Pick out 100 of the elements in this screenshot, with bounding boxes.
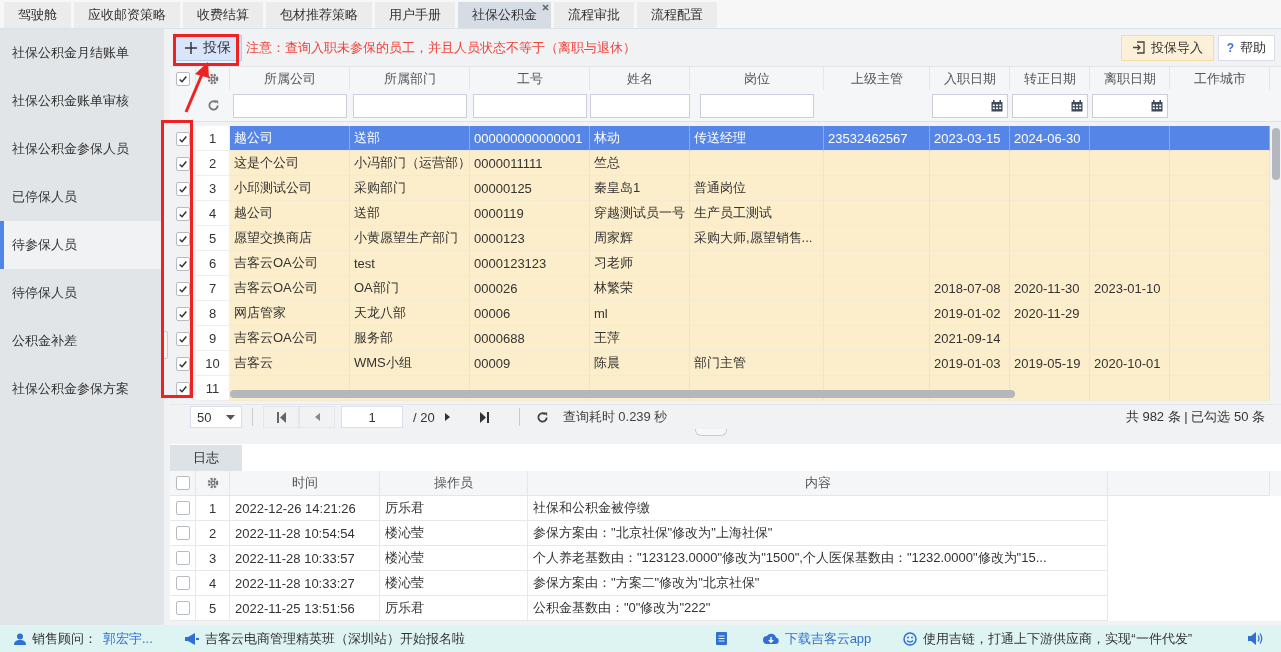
caret-icon — [226, 414, 235, 420]
calendar-icon[interactable] — [991, 99, 1003, 112]
checkbox[interactable] — [176, 281, 190, 296]
table-cell: 吉客云OA公司 — [230, 276, 350, 301]
tab[interactable]: 驾驶舱 — [4, 2, 71, 28]
calendar-icon[interactable] — [1151, 99, 1163, 112]
scrollbar-thumb[interactable] — [1272, 128, 1280, 180]
scrollbar-thumb[interactable] — [230, 390, 1015, 398]
next-page-icon[interactable] — [444, 413, 450, 421]
checkbox[interactable] — [176, 306, 190, 321]
table-cell: 00009 — [470, 351, 590, 376]
tab[interactable]: 社保公积金 — [458, 2, 551, 28]
first-page-button[interactable] — [263, 406, 299, 428]
check-icon — [178, 183, 188, 194]
sidebar-item[interactable]: 社保公积金参保方案 — [0, 365, 164, 413]
checkbox[interactable] — [176, 156, 190, 171]
help-button[interactable]: ? 帮助 — [1217, 34, 1275, 61]
table-cell: 部门主管 — [690, 351, 824, 376]
row-number: 5 — [196, 226, 230, 251]
page-size-select[interactable]: 50 — [190, 406, 242, 428]
prev-page-button[interactable] — [299, 406, 335, 428]
checkbox[interactable] — [176, 356, 190, 371]
row-number: 5 — [196, 596, 230, 621]
refresh-icon[interactable] — [206, 99, 220, 112]
tab[interactable]: 用户手册 — [375, 2, 455, 28]
table-cell: 2020-10-01 — [1090, 351, 1170, 376]
filter-field[interactable] — [473, 93, 587, 118]
settings-icon[interactable] — [206, 72, 219, 85]
notice-text: 注意：查询入职未参保的员工，并且人员状态不等于（离职与退休） — [246, 38, 636, 57]
close-icon[interactable] — [542, 4, 549, 11]
table-cell: 愿望交换商店 — [230, 226, 350, 251]
checkbox[interactable] — [176, 131, 190, 146]
calendar-icon[interactable] — [1071, 99, 1083, 112]
date-field[interactable] — [932, 93, 1008, 118]
sidebar-item[interactable]: 待停保人员 — [0, 269, 164, 317]
filter-field[interactable] — [233, 93, 347, 118]
tab[interactable]: 收费结算 — [183, 2, 263, 28]
document-icon[interactable] — [715, 632, 727, 645]
date-field[interactable] — [1092, 93, 1168, 118]
row-number: 9 — [196, 326, 230, 351]
sidebar-item[interactable]: 社保公积金参保人员 — [0, 125, 164, 173]
tab[interactable]: 流程配置 — [637, 2, 717, 28]
checkbox[interactable] — [176, 206, 190, 221]
filter-field[interactable] — [590, 93, 690, 118]
checkbox[interactable] — [175, 576, 190, 590]
date-field[interactable] — [1012, 93, 1088, 118]
table-cell: 林动 — [590, 126, 690, 151]
checkbox[interactable] — [176, 256, 190, 271]
checkbox[interactable] — [176, 181, 190, 196]
table-cell: 送部 — [350, 201, 470, 226]
sidebar-item[interactable]: 公积金补差 — [0, 317, 164, 365]
sidebar-item[interactable]: 社保公积金账单审核 — [0, 77, 164, 125]
checkbox[interactable] — [175, 501, 190, 515]
checkbox[interactable] — [176, 381, 190, 396]
last-page-icon[interactable] — [479, 411, 489, 423]
table-cell: 网店管家 — [230, 301, 350, 326]
splitter-handle[interactable] — [694, 429, 727, 436]
filter-field[interactable] — [700, 93, 814, 118]
table-cell: 小黄愿望生产部门 — [350, 226, 470, 251]
table-cell: OA部门 — [350, 276, 470, 301]
row-number: 11 — [196, 376, 230, 401]
refresh-icon[interactable] — [535, 410, 549, 424]
first-page-icon — [276, 411, 286, 423]
person-icon — [14, 632, 26, 645]
cloud-download-icon[interactable] — [762, 632, 779, 645]
table-cell: WMS小组 — [350, 351, 470, 376]
table-cell: 秦皇岛1 — [590, 176, 690, 201]
speaker-icon[interactable] — [1248, 632, 1263, 645]
highlight-frame — [173, 34, 239, 66]
row-number: 1 — [196, 126, 230, 151]
download-link[interactable]: 下载吉客云app — [784, 629, 872, 648]
sidebar-item[interactable]: 待参保人员 — [0, 221, 164, 269]
checkbox[interactable] — [176, 231, 190, 246]
check-icon — [178, 383, 188, 394]
sidebar-item[interactable]: 社保公积金月结账单 — [0, 29, 164, 77]
checkbox[interactable] — [175, 476, 190, 490]
page-total: / 20 — [413, 409, 435, 425]
promo-link[interactable]: 吉客云电商管理精英班（深圳站）开始报名啦 — [204, 629, 465, 648]
table-cell: 普通岗位 — [690, 176, 824, 201]
table-cell: 王萍 — [590, 326, 690, 351]
checkbox[interactable] — [175, 551, 190, 565]
tab[interactable]: 流程审批 — [554, 2, 634, 28]
table-cell: 小冯部门（运营部） — [350, 151, 470, 176]
tab[interactable]: 日志 — [170, 445, 242, 471]
checkbox[interactable] — [175, 71, 190, 86]
advisor-link[interactable]: 郭宏宇... — [103, 629, 153, 648]
check-icon — [178, 133, 188, 144]
help-icon: ? — [1226, 40, 1234, 55]
checkbox[interactable] — [176, 331, 190, 346]
import-button[interactable]: 投保导入 — [1120, 34, 1214, 61]
table-cell: 2019-01-03 — [930, 351, 1010, 376]
page-field[interactable]: 1 — [341, 406, 403, 428]
tab[interactable]: 包材推荐策略 — [266, 2, 372, 28]
sidebar-item[interactable]: 已停保人员 — [0, 173, 164, 221]
checkbox[interactable] — [175, 526, 190, 540]
filter-field[interactable] — [353, 93, 467, 118]
table-cell: 2023-01-10 — [1090, 276, 1170, 301]
settings-icon[interactable] — [206, 477, 219, 489]
tab[interactable]: 应收邮资策略 — [74, 2, 180, 28]
checkbox[interactable] — [175, 601, 190, 615]
